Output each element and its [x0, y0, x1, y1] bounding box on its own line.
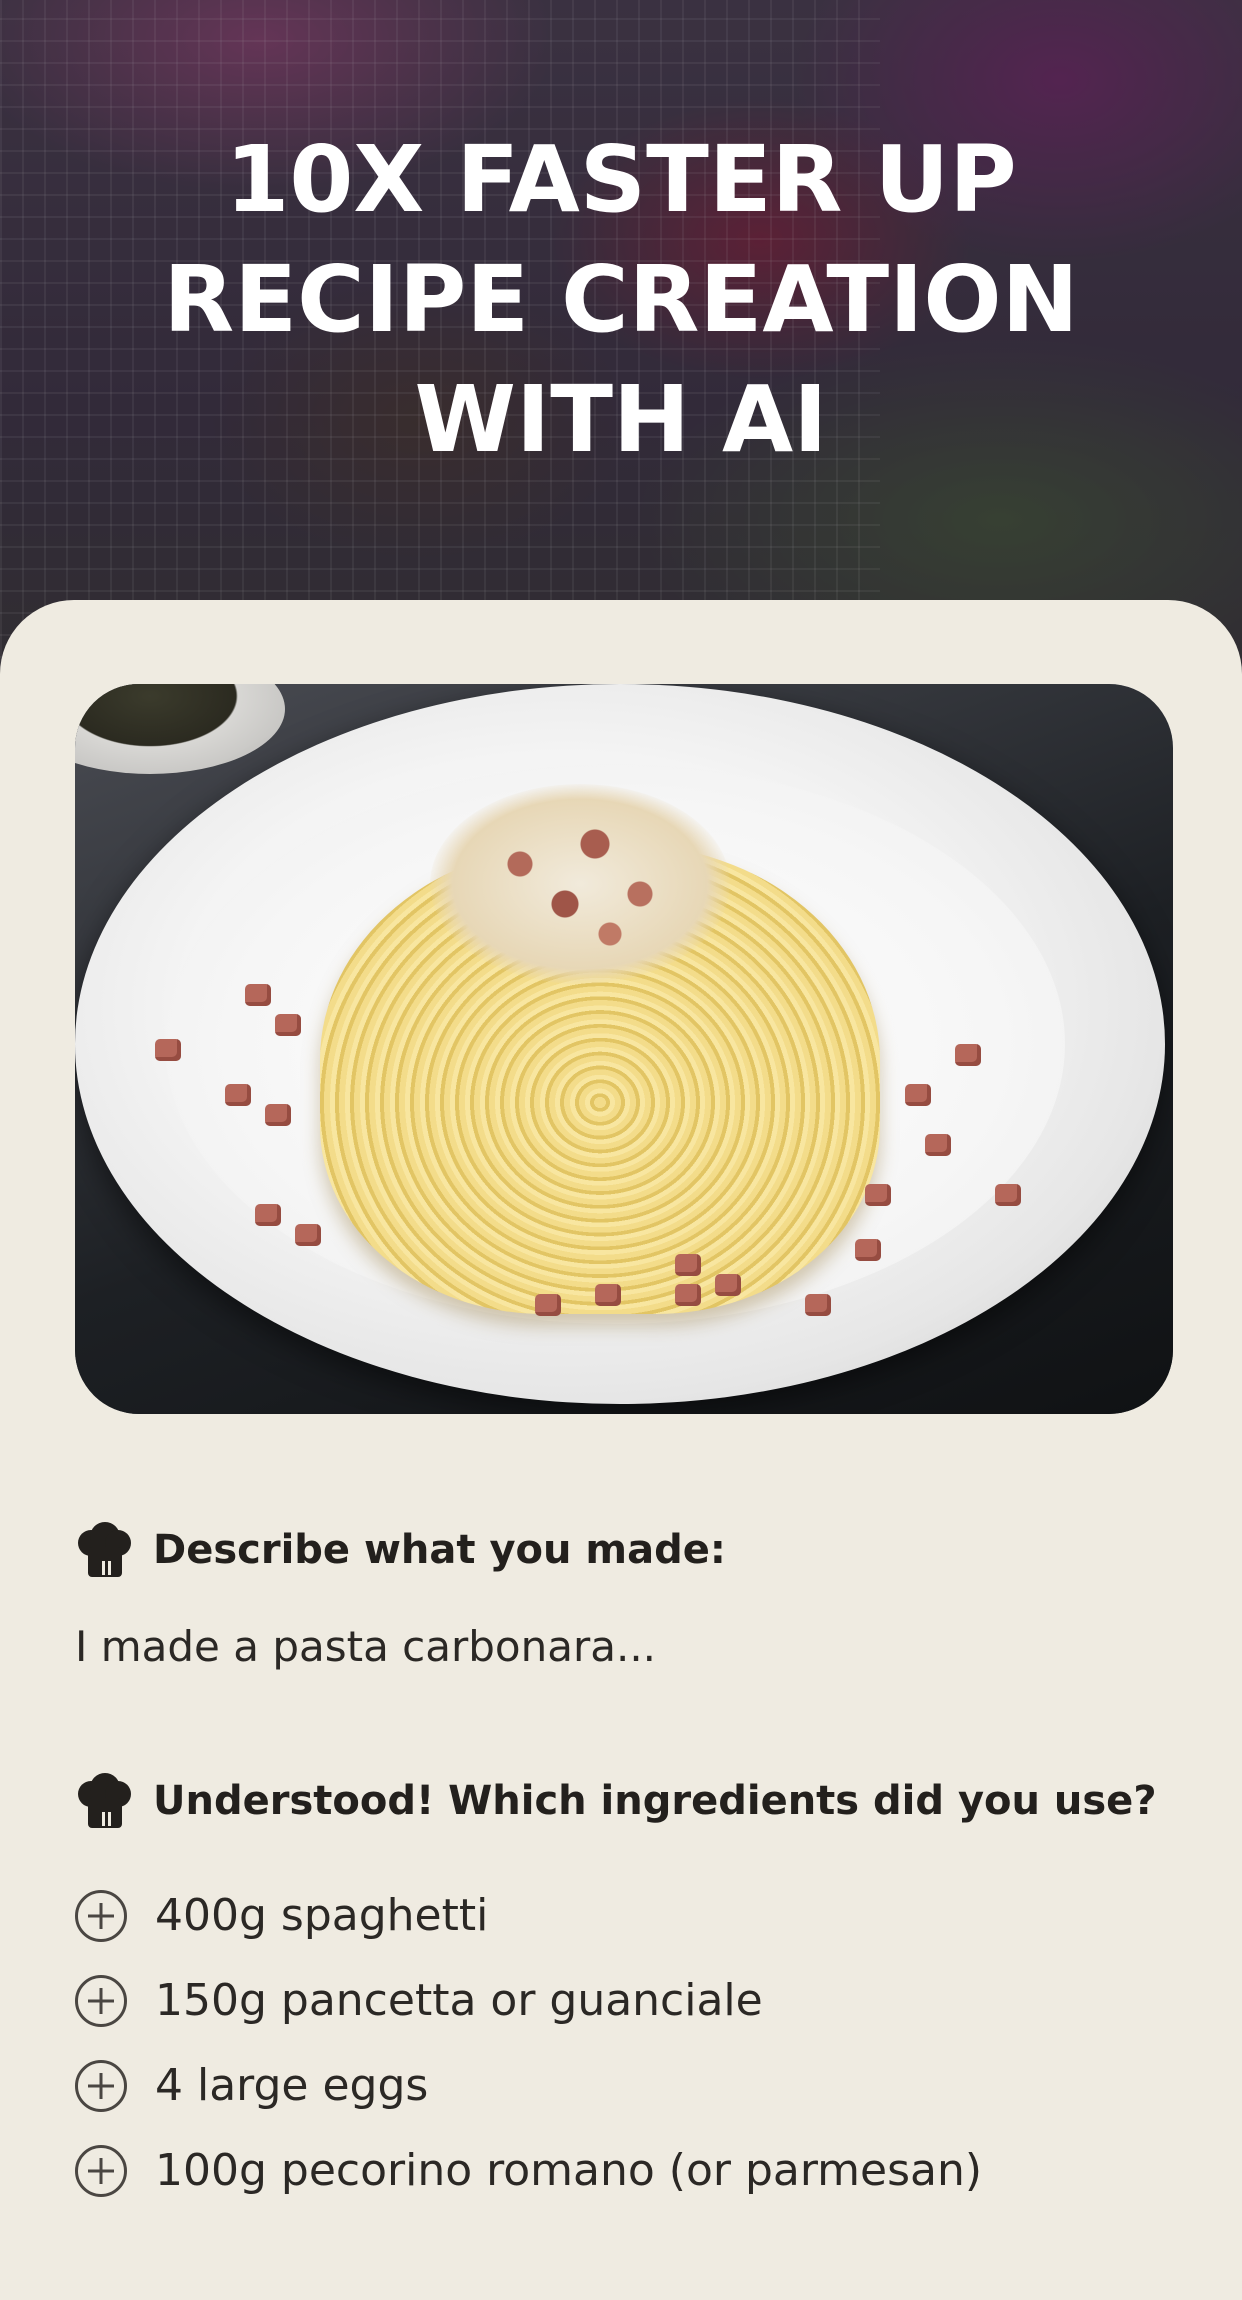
recipe-card: Describe what you made: I made a pasta c… — [0, 600, 1242, 2300]
photo-bacon-piece — [805, 1294, 831, 1316]
pasta-dish-photo — [75, 684, 1173, 1414]
photo-bacon-piece — [245, 984, 271, 1006]
photo-bacon-piece — [905, 1084, 931, 1106]
hero-background: 10X FASTER UP RECIPE CREATION WITH AI — [0, 0, 1242, 680]
photo-bacon-piece — [675, 1284, 701, 1306]
headline-line-3: WITH AI — [414, 366, 828, 473]
answer-description-text: I made a pasta carbonara... — [75, 1622, 657, 1671]
photo-pasta-topping — [430, 784, 730, 984]
plus-circle-icon[interactable] — [75, 1974, 127, 2027]
question-describe-row: Describe what you made: — [75, 1520, 726, 1580]
ingredient-item[interactable]: 400g spaghetti — [75, 1873, 982, 1958]
photo-bacon-piece — [675, 1254, 701, 1276]
photo-bacon-piece — [595, 1284, 621, 1306]
photo-bacon-piece — [295, 1224, 321, 1246]
question-describe-text: Describe what you made: — [153, 1527, 726, 1573]
ingredient-label: 100g pecorino romano (or parmesan) — [155, 2145, 983, 2196]
photo-bacon-piece — [925, 1134, 951, 1156]
photo-bacon-piece — [225, 1084, 251, 1106]
photo-bacon-piece — [715, 1274, 741, 1296]
question-ingredients-text: Understood! Which ingredients did you us… — [153, 1778, 1157, 1824]
ingredient-label: 400g spaghetti — [155, 1890, 489, 1941]
photo-bacon-piece — [535, 1294, 561, 1316]
photo-bacon-piece — [275, 1014, 301, 1036]
ingredient-item[interactable]: 100g pecorino romano (or parmesan) — [75, 2128, 982, 2213]
photo-bacon-piece — [265, 1104, 291, 1126]
headline: 10X FASTER UP RECIPE CREATION WITH AI — [0, 120, 1242, 480]
ingredient-list: 400g spaghetti 150g pancetta or guancial… — [75, 1873, 982, 2213]
plus-circle-icon[interactable] — [75, 2059, 127, 2112]
headline-line-2: RECIPE CREATION — [163, 246, 1079, 353]
plus-circle-icon[interactable] — [75, 1889, 127, 1942]
photo-bacon-piece — [995, 1184, 1021, 1206]
photo-bacon-piece — [955, 1044, 981, 1066]
photo-bacon-piece — [855, 1239, 881, 1261]
ingredient-label: 150g pancetta or guanciale — [155, 1975, 763, 2026]
photo-bacon-piece — [155, 1039, 181, 1061]
photo-bacon-piece — [865, 1184, 891, 1206]
headline-line-1: 10X FASTER UP — [225, 126, 1017, 233]
question-ingredients-row: Understood! Which ingredients did you us… — [75, 1771, 1157, 1831]
ingredient-item[interactable]: 4 large eggs — [75, 2043, 982, 2128]
ingredient-item[interactable]: 150g pancetta or guanciale — [75, 1958, 982, 2043]
photo-bacon-piece — [255, 1204, 281, 1226]
chef-hat-icon — [78, 1522, 131, 1577]
ingredient-label: 4 large eggs — [155, 2060, 429, 2111]
plus-circle-icon[interactable] — [75, 2144, 127, 2197]
chef-hat-icon — [78, 1773, 131, 1828]
